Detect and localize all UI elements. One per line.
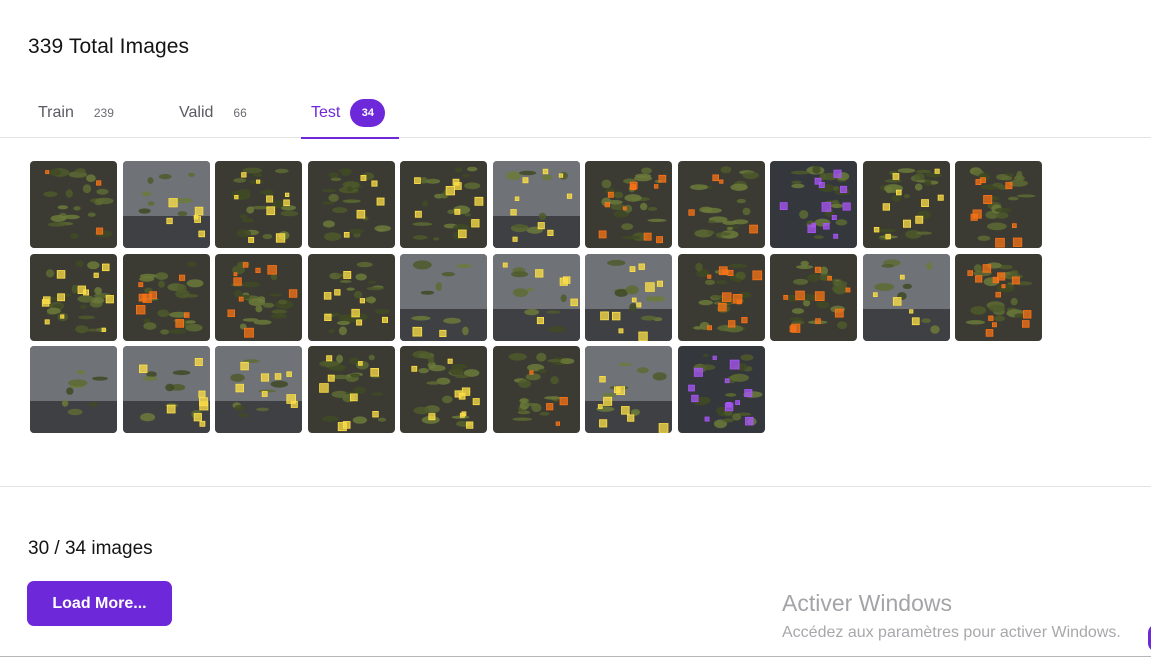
thumbnail-image: [30, 253, 117, 341]
thumbnail-image: [122, 161, 210, 248]
thumbnail-image: [122, 253, 210, 341]
tab-valid-count: 66: [233, 105, 247, 120]
windows-activation-subtitle: Accédez aux paramètres pour activer Wind…: [782, 624, 1121, 641]
thumbnail-image: [492, 253, 580, 341]
image-thumbnail[interactable]: [677, 253, 765, 341]
thumbnail-image: [955, 161, 1042, 248]
thumbnail-image: [400, 161, 487, 248]
image-thumbnail[interactable]: [30, 161, 117, 248]
tab-train[interactable]: Train 239: [38, 88, 114, 137]
split-tabs: Train 239 Valid 66 Test 34: [0, 88, 1151, 139]
image-thumbnail[interactable]: [400, 253, 487, 341]
thumbnail-image: [215, 161, 302, 248]
image-thumbnail[interactable]: [585, 346, 672, 433]
image-thumbnail[interactable]: [770, 253, 857, 341]
image-thumbnail[interactable]: [215, 253, 302, 341]
image-thumbnail[interactable]: [862, 253, 950, 341]
tab-valid[interactable]: Valid 66: [179, 88, 247, 137]
thumbnail-image: [677, 253, 765, 341]
image-thumbnail[interactable]: [492, 161, 580, 248]
image-thumbnail[interactable]: [307, 346, 395, 433]
image-thumbnail[interactable]: [122, 161, 210, 248]
image-thumbnail[interactable]: [492, 253, 580, 341]
windows-activation-title: Activer Windows: [782, 590, 952, 616]
load-more-button[interactable]: Load More...: [27, 581, 172, 626]
thumbnail-image: [585, 161, 672, 248]
thumbnail-image: [122, 346, 210, 433]
image-thumbnail[interactable]: [30, 346, 117, 433]
thumbnail-image: [400, 346, 487, 433]
tab-train-label: Train: [38, 103, 74, 121]
image-thumbnail[interactable]: [955, 253, 1042, 341]
image-thumbnail[interactable]: [122, 346, 210, 433]
image-thumbnail[interactable]: [585, 161, 672, 248]
page-title: 339 Total Images: [28, 35, 190, 58]
taskbar-edge: [0, 656, 1151, 657]
thumbnail-image: [307, 161, 395, 248]
chat-launcher-icon[interactable]: [1146, 622, 1151, 654]
thumbnail-image: [677, 161, 765, 248]
thumbnail-image: [215, 346, 302, 433]
images-loaded-count: 30 / 34 images: [28, 538, 153, 559]
thumbnail-image: [215, 253, 302, 341]
image-thumbnail[interactable]: [492, 346, 580, 433]
thumbnail-image: [307, 346, 395, 433]
image-thumbnail[interactable]: [677, 161, 765, 248]
thumbnail-image: [307, 253, 395, 341]
tab-test-label: Test: [311, 103, 341, 121]
thumbnail-image: [770, 253, 857, 341]
thumbnail-image: [30, 346, 117, 433]
thumbnail-image: [30, 161, 117, 248]
tab-valid-label: Valid: [179, 103, 214, 121]
thumbnail-image: [585, 346, 672, 433]
image-thumbnail[interactable]: [215, 346, 302, 433]
thumbnail-image: [400, 253, 487, 341]
image-thumbnail[interactable]: [215, 161, 302, 248]
section-divider: [0, 486, 1151, 487]
thumbnail-image: [770, 161, 857, 248]
thumbnail-image: [677, 346, 765, 433]
image-thumbnail[interactable]: [400, 161, 487, 248]
thumbnail-image: [862, 161, 950, 248]
tab-test[interactable]: Test 34: [301, 88, 399, 139]
thumbnail-image: [492, 346, 580, 433]
image-thumbnail[interactable]: [677, 346, 765, 433]
image-thumbnail[interactable]: [122, 253, 210, 341]
thumbnail-image: [585, 253, 672, 341]
thumbnail-image: [955, 253, 1042, 341]
tab-test-count-badge: 34: [350, 98, 386, 127]
tab-train-count: 239: [93, 105, 114, 120]
image-thumbnail[interactable]: [862, 161, 950, 248]
thumbnail-image: [492, 161, 580, 248]
image-thumbnail[interactable]: [770, 161, 857, 248]
thumbnail-image: [862, 253, 950, 341]
image-thumbnail[interactable]: [307, 161, 395, 248]
image-thumbnail[interactable]: [585, 253, 672, 341]
image-thumbnail[interactable]: [307, 253, 395, 341]
image-thumbnail[interactable]: [30, 253, 117, 341]
image-thumbnail[interactable]: [400, 346, 487, 433]
image-thumbnail[interactable]: [955, 161, 1042, 248]
